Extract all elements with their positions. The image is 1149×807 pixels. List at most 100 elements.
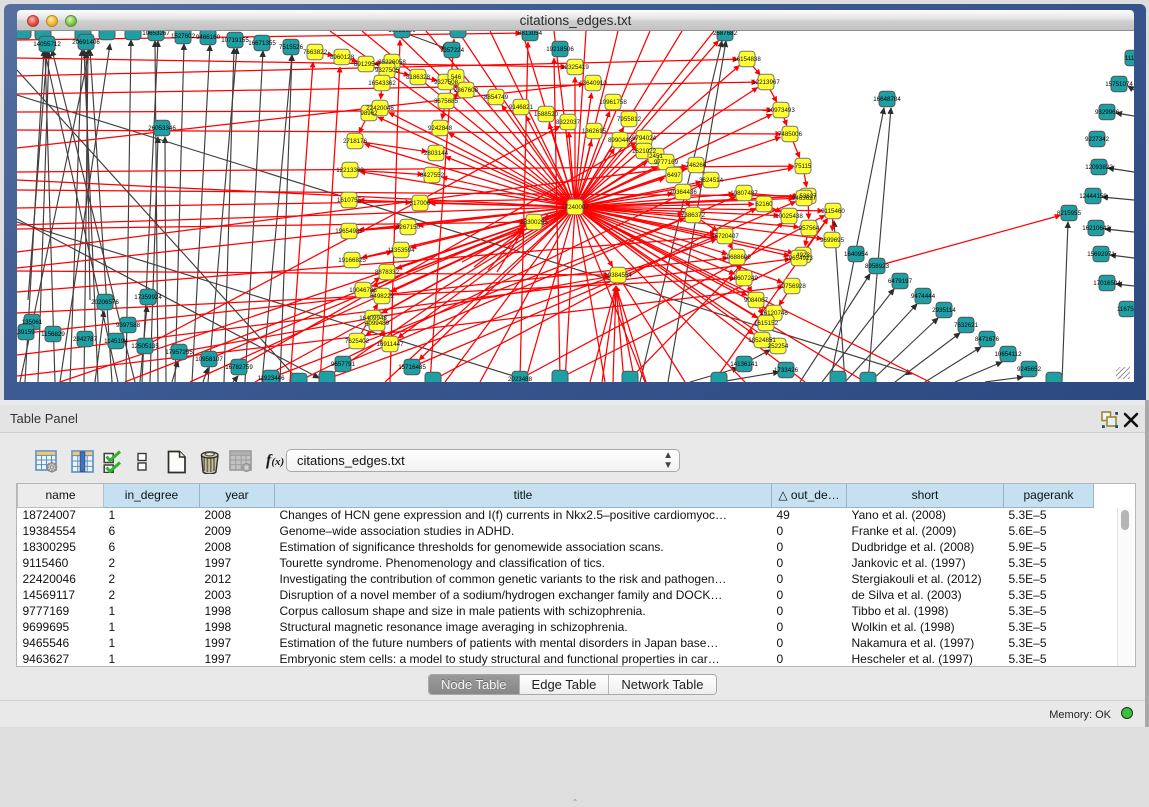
svg-text:16543362: 16543362 [368, 80, 396, 87]
svg-text:8186328: 8186328 [406, 74, 431, 81]
svg-text:26053346: 26053346 [148, 125, 176, 132]
svg-text:8960128: 8960128 [330, 54, 355, 61]
svg-text:17016504: 17016504 [1093, 280, 1121, 287]
svg-text:9397588: 9397588 [116, 322, 141, 329]
svg-text:16154838: 16154838 [733, 56, 761, 63]
svg-text:3624514: 3624514 [699, 177, 724, 184]
svg-text:2023488: 2023488 [508, 376, 533, 382]
svg-text:7515526: 7515526 [279, 44, 304, 51]
svg-text:11923446: 11923446 [257, 375, 285, 382]
svg-text:10756928: 10756928 [778, 283, 806, 290]
svg-text:12093822: 12093822 [1085, 164, 1113, 171]
svg-text:10973493: 10973493 [767, 107, 795, 114]
svg-text:18300295: 18300295 [520, 219, 548, 226]
svg-text:7663822: 7663822 [303, 49, 328, 56]
svg-text:8813054: 8813054 [518, 31, 543, 37]
svg-text:10719155: 10719155 [221, 37, 249, 44]
svg-text:9245652: 9245652 [1017, 366, 1042, 373]
svg-text:1588520: 1588520 [534, 111, 559, 118]
svg-text:8427552: 8427552 [420, 172, 445, 179]
svg-text:8854749: 8854749 [484, 94, 509, 101]
svg-text:135061: 135061 [22, 319, 43, 326]
svg-text:19384554: 19384554 [604, 272, 632, 279]
svg-text:16782759: 16782759 [225, 364, 253, 371]
svg-text:4099489: 4099489 [365, 320, 390, 327]
svg-text:12213967: 12213967 [752, 79, 780, 86]
svg-text:18607249: 18607249 [730, 275, 758, 282]
svg-text:19218506: 19218506 [546, 46, 574, 53]
svg-text:9329966: 9329966 [1095, 109, 1120, 116]
svg-text:2803144: 2803144 [424, 150, 449, 157]
svg-text:13640910: 13640910 [579, 80, 607, 87]
svg-text:9146821: 9146821 [509, 104, 534, 111]
svg-text:9463627: 9463627 [792, 195, 817, 202]
svg-text:6794024: 6794024 [632, 135, 657, 142]
svg-text:2867608: 2867608 [454, 87, 479, 94]
svg-text:11125: 11125 [1125, 55, 1134, 62]
svg-text:7386372: 7386372 [681, 212, 706, 219]
svg-text:2718176: 2718176 [343, 138, 368, 145]
svg-text:3498222: 3498222 [370, 293, 395, 300]
svg-text:9699695: 9699695 [820, 237, 845, 244]
svg-text:8322037: 8322037 [556, 119, 581, 126]
svg-text:9657791: 9657791 [331, 361, 356, 368]
svg-text:252254: 252254 [768, 343, 789, 350]
svg-text:546: 546 [451, 74, 462, 81]
svg-text:16120746: 16120746 [760, 310, 788, 317]
svg-text:16671355: 16671355 [248, 40, 276, 47]
svg-text:75115: 75115 [795, 163, 812, 170]
svg-text:1615152: 1615152 [754, 320, 779, 327]
svg-text:9474444: 9474444 [911, 293, 936, 300]
svg-text:746266: 746266 [686, 162, 707, 169]
svg-text:12444159: 12444159 [1079, 193, 1107, 200]
svg-text:10653267: 10653267 [142, 31, 170, 37]
svg-text:16033809: 16033809 [388, 31, 416, 34]
svg-text:25226058: 25226058 [378, 59, 406, 66]
svg-text:14136141: 14136141 [730, 361, 758, 368]
svg-text:11353594: 11353594 [387, 247, 415, 254]
svg-text:9466160: 9466160 [196, 34, 221, 41]
svg-text:8878332: 8878332 [375, 269, 400, 276]
svg-text:1527602: 1527602 [171, 33, 196, 40]
svg-text:10688609: 10688609 [723, 254, 751, 261]
svg-text:1733426: 1733426 [774, 367, 799, 374]
svg-text:317006: 317006 [410, 200, 431, 207]
svg-text:7625402: 7625402 [345, 338, 370, 345]
svg-text:22420046: 22420046 [366, 105, 394, 112]
svg-text:20206576: 20206576 [91, 299, 119, 306]
svg-text:15716485: 15716485 [398, 364, 426, 371]
svg-text:12505135: 12505135 [131, 343, 159, 350]
svg-text:1362615: 1362615 [582, 128, 607, 135]
svg-text:8990448: 8990448 [608, 137, 633, 144]
svg-text:7955812: 7955812 [617, 116, 642, 123]
svg-text:2942787: 2942787 [73, 336, 98, 343]
svg-text:7485006: 7485006 [778, 131, 803, 138]
svg-text:39159: 39159 [17, 329, 35, 336]
svg-text:9777169: 9777169 [654, 159, 679, 166]
svg-text:15751074: 15751074 [1105, 81, 1133, 88]
svg-text:10807487: 10807487 [730, 190, 758, 197]
svg-text:116753: 116753 [1117, 306, 1134, 313]
svg-text:9327505: 9327505 [375, 67, 400, 74]
svg-text:957564: 957564 [799, 225, 820, 232]
svg-text:15720407: 15720407 [711, 233, 739, 240]
svg-text:12325419: 12325419 [561, 64, 589, 71]
svg-text:1156829: 1156829 [41, 331, 65, 338]
svg-text:17240007: 17240007 [561, 204, 589, 211]
svg-text:15692971: 15692971 [1087, 251, 1115, 258]
svg-text:62160: 62160 [755, 201, 773, 208]
svg-text:20691406: 20691406 [72, 39, 100, 46]
svg-text:2935114: 2935114 [932, 307, 956, 314]
svg-text:7632621: 7632621 [954, 322, 979, 329]
svg-text:10025438: 10025438 [775, 213, 803, 220]
svg-text:8958923: 8958923 [865, 263, 890, 270]
svg-text:12213369: 12213369 [336, 167, 364, 174]
svg-text:14055712: 14055712 [33, 41, 61, 48]
svg-text:16648784: 16648784 [873, 96, 901, 103]
svg-text:9242848: 9242848 [428, 125, 453, 132]
svg-text:8215955: 8215955 [1057, 210, 1082, 217]
svg-text:1145194: 1145194 [104, 338, 128, 345]
svg-text:19654985: 19654985 [335, 228, 363, 235]
svg-text:9227342: 9227342 [1085, 136, 1110, 143]
svg-text:17359924: 17359924 [134, 294, 162, 301]
